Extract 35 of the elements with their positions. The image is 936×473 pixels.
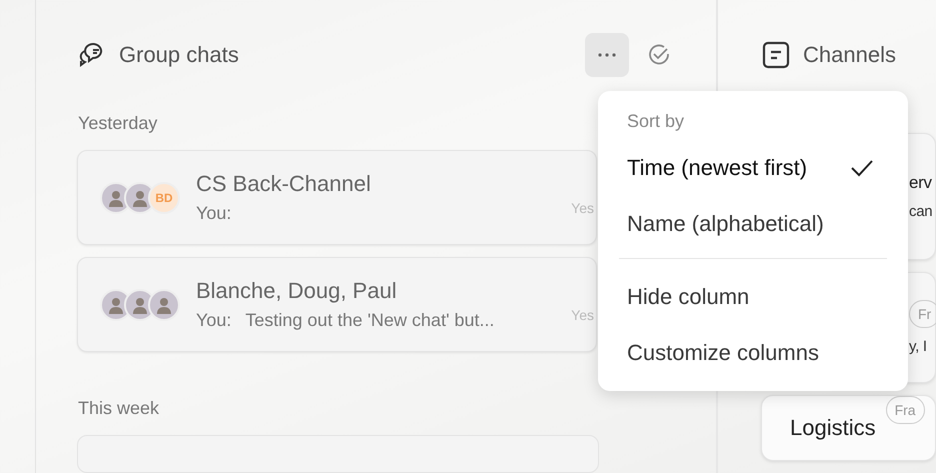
sender-label: You:	[196, 203, 232, 224]
channel-title: erv	[909, 173, 933, 194]
person-icon	[107, 296, 125, 314]
chat-name: Blanche, Doug, Paul	[196, 278, 398, 304]
list-icon	[761, 40, 791, 70]
more-icon	[598, 53, 616, 57]
channel-tag: Fr	[909, 300, 936, 328]
channel-title: Logistics	[790, 415, 876, 442]
chat-card[interactable]: Blanche, Doug, Paul You: Testing out the 'New chat' but... Yes	[77, 257, 597, 352]
check-icon	[850, 159, 874, 177]
person-icon	[131, 296, 149, 314]
menu-item[interactable]: Time (newest first)	[598, 140, 908, 196]
sender-label: You:	[196, 310, 232, 332]
section-label: Yesterday	[78, 113, 158, 134]
person-icon	[107, 188, 125, 207]
message-preview: Testing out the 'New chat' but...	[245, 310, 494, 332]
menu-item[interactable]: Customize columns	[598, 325, 908, 381]
menu-header: Sort by	[626, 111, 686, 133]
check-circle-icon	[647, 43, 671, 67]
section-label: This week	[78, 398, 160, 420]
chat-name: CS Back-Channel	[196, 171, 372, 198]
person-icon	[155, 296, 173, 314]
chat-time: Yes	[571, 200, 594, 216]
channel-preview: y, I	[909, 338, 928, 356]
menu-item[interactable]: Hide column	[598, 269, 908, 325]
column-title: Group chats	[119, 42, 240, 68]
column-title: Channels	[803, 42, 897, 68]
channel-card[interactable]: Logistics Fra	[761, 395, 936, 461]
chat-time: Yes	[571, 307, 594, 324]
person-icon	[131, 188, 149, 207]
menu-item[interactable]: Name (alphabetical)	[598, 196, 908, 252]
avatar-initials: BD	[148, 182, 180, 214]
channel-preview: can	[909, 203, 934, 220]
chat-card[interactable]: BD CS Back-Channel You: Yes	[77, 150, 597, 246]
channel-tag: Fra	[886, 396, 925, 424]
